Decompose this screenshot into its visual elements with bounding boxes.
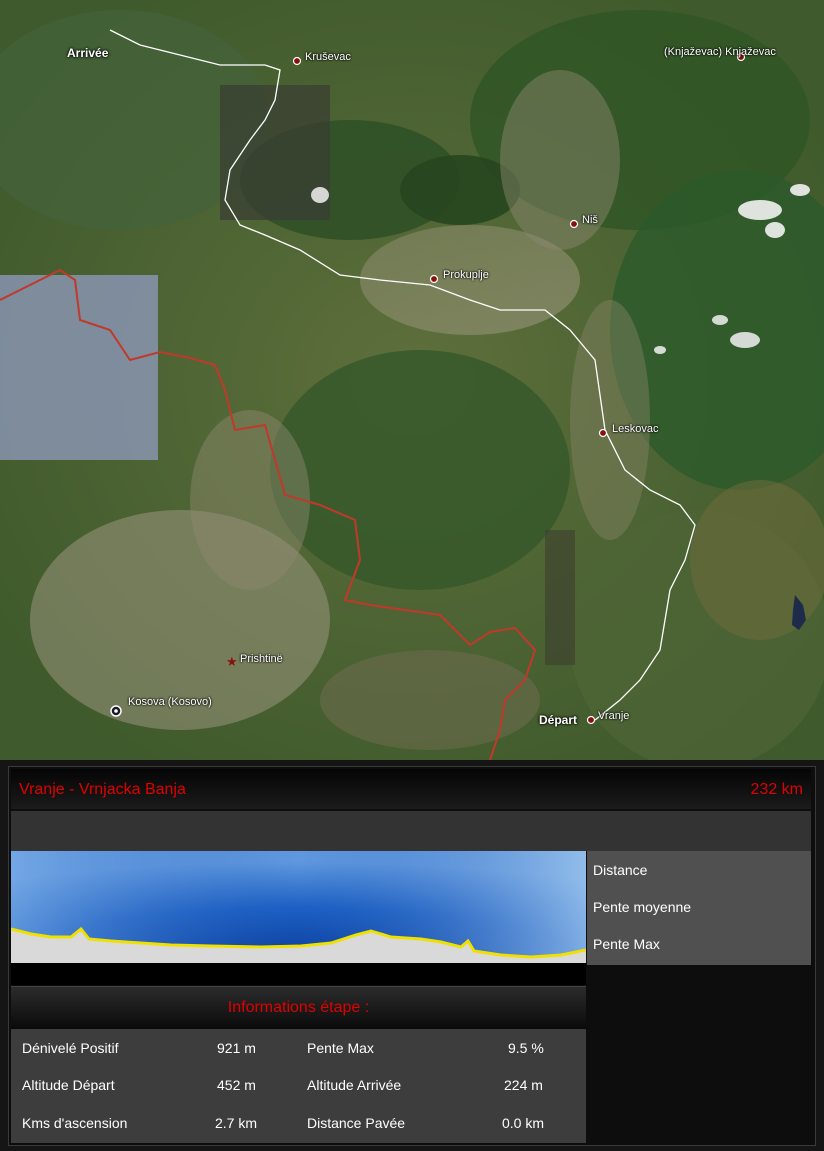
info-label-denivele: Dénivelé Positif <box>22 1040 119 1056</box>
stage-panel: Vranje - Vrnjacka Banja 232 km Distance … <box>0 760 824 1151</box>
info-title: Informations étape : <box>227 999 370 1016</box>
sub-bar <box>11 811 811 851</box>
right-empty-area <box>587 965 811 1143</box>
nis-dot <box>569 219 579 229</box>
elevation-profile[interactable] <box>10 851 587 963</box>
stage-title-bar: Vranje - Vrnjacka Banja 232 km <box>11 769 811 809</box>
city-label-kosovo: Kosova (Kosovo) <box>128 696 212 708</box>
info-label-distance-pavee: Distance Pavée <box>307 1115 406 1131</box>
city-label-prishtine: Prishtinë <box>240 653 283 665</box>
map-terrain: ★ <box>0 0 824 760</box>
elevation-profile-graphic <box>10 851 587 963</box>
info-header: Informations étape : <box>11 986 586 1029</box>
city-label-krusevac: Kruševac <box>305 51 351 63</box>
prokuplje-dot <box>429 274 439 284</box>
arrival-label: Arrivée <box>67 46 109 60</box>
krusevac-dot <box>292 56 302 66</box>
leskovac-dot <box>598 428 608 438</box>
city-label-prokuplje: Prokuplje <box>443 269 489 281</box>
city-label-knjazevac: (Knjaževac) Knjaževac <box>664 46 776 58</box>
info-table: Dénivelé Positif 921 m Pente Max 9.5 % A… <box>11 1029 586 1143</box>
info-value-pente-max: 9.5 % <box>508 1040 544 1056</box>
satellite-map[interactable]: ★ Arrivée Kruševac (Knjaževac) Knjaževac… <box>0 0 824 760</box>
stage-title: Vranje - Vrnjacka Banja <box>19 781 186 798</box>
info-label-pente-max: Pente Max <box>307 1040 374 1056</box>
info-label-kms-ascension: Kms d'ascension <box>22 1115 128 1131</box>
stage-distance: 232 km <box>750 781 803 798</box>
city-label-leskovac: Leskovac <box>612 423 659 435</box>
info-value-altitude-depart: 452 m <box>217 1077 256 1093</box>
city-label-nis: Niš <box>582 214 598 226</box>
profile-scale-strip <box>11 963 586 985</box>
city-label-vranje: Vranje <box>598 710 630 722</box>
info-label-altitude-arrivee: Altitude Arrivée <box>307 1077 402 1093</box>
vranje-dot <box>586 715 596 725</box>
info-value-distance-pavee: 0.0 km <box>502 1115 545 1131</box>
info-value-kms-ascension: 2.7 km <box>215 1115 258 1131</box>
side-item-distance: Distance <box>593 862 648 878</box>
info-value-altitude-arrivee: 224 m <box>504 1077 543 1093</box>
side-stats: Distance Pente moyenne Pente Max <box>587 851 811 965</box>
prishtine-star-icon: ★ <box>226 655 238 670</box>
side-item-pente-max: Pente Max <box>593 936 660 952</box>
info-value-denivele: 921 m <box>217 1040 256 1056</box>
departure-label: Départ <box>539 713 578 727</box>
info-label-altitude-depart: Altitude Départ <box>22 1077 115 1093</box>
side-item-pente-moyenne: Pente moyenne <box>593 899 692 915</box>
